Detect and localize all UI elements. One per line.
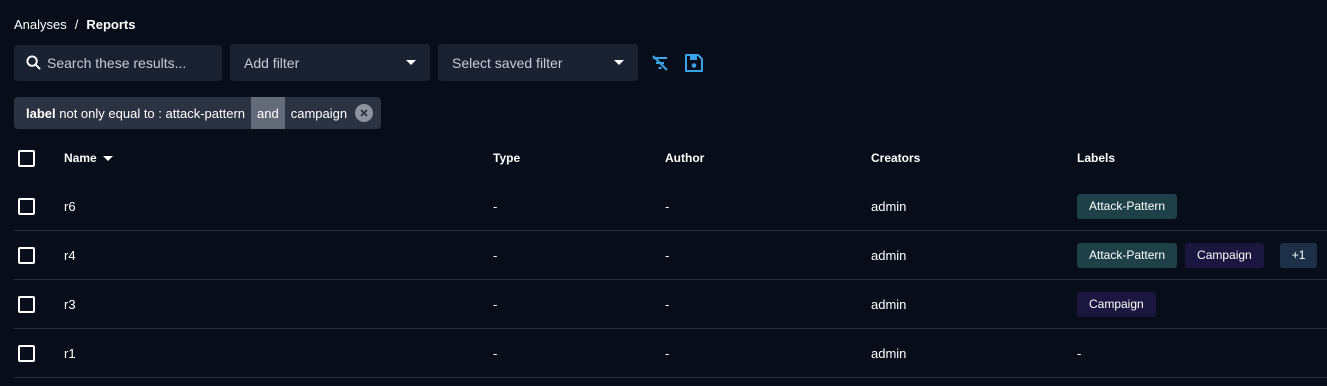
reports-table: Name Type Author Creators Labels r6 - - …: [14, 134, 1327, 378]
remove-filter-button[interactable]: [355, 104, 374, 122]
chevron-down-icon: [406, 60, 416, 65]
row-name: r4: [64, 247, 76, 263]
filter-value-1: attack-pattern: [165, 105, 246, 121]
row-labels: Attack-Pattern Campaign +1: [1077, 242, 1325, 268]
saved-filter-label: Select saved filter: [452, 54, 563, 71]
row-author: -: [665, 296, 670, 312]
close-icon: [360, 109, 368, 117]
column-header-author[interactable]: Author: [665, 151, 704, 165]
select-all-checkbox[interactable]: [18, 149, 35, 167]
chevron-down-icon: [614, 60, 624, 65]
add-filter-label: Add filter: [244, 54, 300, 71]
clear-filters-button[interactable]: [646, 49, 674, 77]
toolbar: Add filter Select saved filter: [14, 44, 708, 81]
column-header-labels[interactable]: Labels: [1077, 151, 1115, 165]
row-name: r1: [64, 345, 76, 361]
sort-desc-icon: [102, 155, 113, 161]
row-name: r3: [64, 296, 76, 312]
row-author: -: [665, 247, 670, 263]
breadcrumb-reports: Reports: [86, 17, 136, 32]
row-labels-empty: -: [1077, 345, 1082, 361]
search-input[interactable]: [47, 54, 217, 71]
row-type: -: [493, 345, 498, 361]
row-type: -: [493, 296, 498, 312]
filter-operator: not only equal to :: [59, 105, 162, 121]
filter-key: label: [26, 105, 56, 121]
table-header: Name Type Author Creators Labels: [14, 134, 1327, 182]
breadcrumb-analyses[interactable]: Analyses: [14, 17, 67, 32]
save-filter-button[interactable]: [680, 49, 708, 77]
row-checkbox[interactable]: [18, 197, 35, 215]
column-header-type[interactable]: Type: [493, 151, 520, 165]
add-filter-select[interactable]: Add filter: [230, 44, 430, 81]
row-labels: Attack-Pattern: [1077, 193, 1185, 219]
filter-condition: label not only equal to : attack-pattern: [14, 106, 251, 121]
row-checkbox[interactable]: [18, 246, 35, 264]
table-row[interactable]: r1 - - admin -: [14, 329, 1327, 378]
active-filter-chip[interactable]: label not only equal to : attack-pattern…: [14, 97, 382, 129]
row-labels: Campaign: [1077, 291, 1164, 317]
row-creators: admin: [871, 247, 907, 263]
table-row[interactable]: r6 - - admin Attack-Pattern: [14, 182, 1327, 231]
row-author: -: [665, 198, 670, 214]
row-creators: admin: [871, 296, 907, 312]
row-name: r6: [64, 198, 76, 214]
row-type: -: [493, 247, 498, 263]
row-type: -: [493, 198, 498, 214]
filter-off-icon: [652, 54, 668, 71]
search-icon: [26, 55, 41, 70]
label-chip-attack-pattern[interactable]: Attack-Pattern: [1077, 242, 1178, 268]
label-chip-campaign[interactable]: Campaign: [1077, 291, 1156, 317]
filter-value-2: campaign: [290, 105, 348, 121]
row-author: -: [665, 345, 670, 361]
label-chip-campaign[interactable]: Campaign: [1185, 242, 1264, 268]
row-checkbox[interactable]: [18, 344, 35, 362]
more-labels-chip[interactable]: +1: [1279, 242, 1318, 268]
row-creators: admin: [871, 345, 907, 361]
column-header-name[interactable]: Name: [64, 151, 113, 165]
column-header-name-label: Name: [64, 151, 97, 165]
label-chip-attack-pattern[interactable]: Attack-Pattern: [1077, 193, 1178, 219]
search-box[interactable]: [14, 44, 222, 81]
saved-filter-select[interactable]: Select saved filter: [438, 44, 638, 81]
row-checkbox[interactable]: [18, 295, 35, 313]
breadcrumb: Analyses / Reports: [14, 17, 136, 32]
column-header-creators[interactable]: Creators: [871, 151, 920, 165]
table-row[interactable]: r3 - - admin Campaign: [14, 280, 1327, 329]
breadcrumb-separator: /: [74, 17, 79, 32]
filter-conjunction[interactable]: and: [251, 97, 285, 129]
table-row[interactable]: r4 - - admin Attack-Pattern Campaign +1: [14, 231, 1327, 280]
save-icon: [685, 53, 703, 72]
row-creators: admin: [871, 198, 907, 214]
